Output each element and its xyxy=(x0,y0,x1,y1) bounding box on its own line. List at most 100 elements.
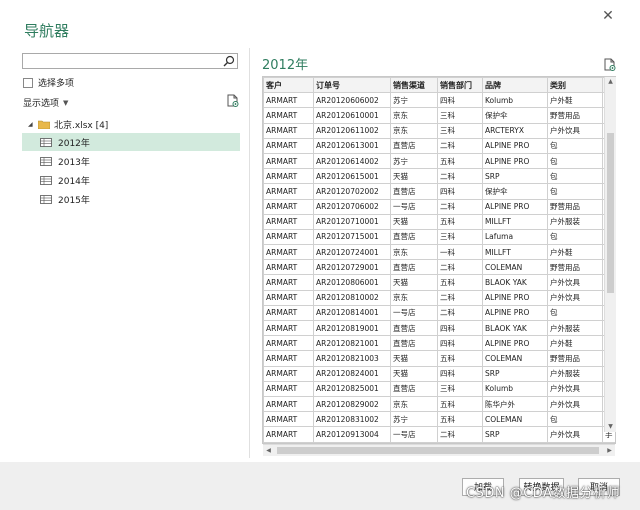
expand-icon[interactable]: ◢ xyxy=(28,121,34,128)
table-cell: 户外鞋 xyxy=(547,92,603,109)
table-cell: 二科 xyxy=(437,198,483,215)
multi-select-checkbox[interactable] xyxy=(23,77,33,88)
table-cell: 直营店 xyxy=(390,335,438,352)
table-cell: AR20120806001 xyxy=(313,274,391,291)
table-cell: 包 xyxy=(547,168,603,185)
table-cell: 京东 xyxy=(390,107,438,124)
table-cell: 天猫 xyxy=(390,350,438,367)
table-cell: SRP xyxy=(482,365,548,382)
table-cell: 天猫 xyxy=(390,365,438,382)
table-cell: 四科 xyxy=(437,92,483,109)
navigator-tree: ◢ 北京.xlsx [4] 2012年 2013年 2014年 2015年 xyxy=(22,116,240,208)
table-cell: ALPINE PRO xyxy=(482,137,548,154)
table-cell: AR20120610001 xyxy=(313,107,391,124)
scroll-thumb[interactable] xyxy=(277,447,599,454)
table-row: ARMARTAR20120710001天猫五科MILLFT户外服装手 xyxy=(263,213,615,230)
table-cell: 四科 xyxy=(437,319,483,337)
tree-item-2015[interactable]: 2015年 xyxy=(22,190,240,208)
scroll-left-icon[interactable]: ◀ xyxy=(263,445,274,456)
scroll-thumb[interactable] xyxy=(607,133,614,293)
table-cell: AR20120606002 xyxy=(313,92,391,109)
table-cell: 陈华户外 xyxy=(482,395,548,413)
table-row: ARMARTAR20120814001一号店二科ALPINE PRO包户 xyxy=(263,304,615,322)
table-cell: ALPINE PRO xyxy=(482,198,548,215)
tree-item-2012[interactable]: 2012年 xyxy=(22,133,240,151)
table-cell: ARMART xyxy=(263,426,314,443)
table-cell: 三科 xyxy=(437,122,483,139)
sheet-icon xyxy=(40,175,52,185)
tree-item-label: 2015年 xyxy=(58,195,90,206)
table-row: ARMARTAR20120825001直营店三科Kolumb户外饮具套 xyxy=(263,380,615,397)
table-cell: 三科 xyxy=(437,228,483,246)
tree-root-file[interactable]: ◢ 北京.xlsx [4] xyxy=(22,116,240,132)
display-options-dropdown[interactable]: 显示选项 ▼ xyxy=(23,96,68,110)
table-cell: AR20120825001 xyxy=(313,380,391,397)
preview-icon[interactable] xyxy=(226,94,239,107)
table-cell: 包 xyxy=(547,137,603,154)
table-cell: SRP xyxy=(482,426,548,443)
vertical-scrollbar[interactable]: ▲ ▼ xyxy=(604,77,616,432)
table-row: ARMARTAR20120831002苏宁五科COLEMAN包收 xyxy=(263,411,615,428)
table-cell: 直营店 xyxy=(390,137,438,154)
table-cell: 包 xyxy=(547,304,603,322)
table-cell: ARMART xyxy=(263,244,314,261)
search-input[interactable] xyxy=(23,54,219,68)
column-header[interactable]: 订单号 xyxy=(313,77,391,94)
table-cell: 四科 xyxy=(437,365,483,382)
table-cell: ARMART xyxy=(263,274,314,291)
table-cell: AR20120729001 xyxy=(313,259,391,276)
sheet-icon xyxy=(40,137,52,147)
column-header[interactable]: 类别 xyxy=(547,77,603,94)
navigator-title: 导航器 xyxy=(24,22,70,40)
table-cell: 户外饮具 xyxy=(547,380,603,397)
scroll-up-icon[interactable]: ▲ xyxy=(605,77,616,87)
column-header[interactable]: 销售部门 xyxy=(437,77,483,94)
table-cell: Lafuma xyxy=(482,228,548,246)
column-header[interactable]: 品牌 xyxy=(482,77,548,94)
column-header[interactable]: 客户 xyxy=(263,77,314,94)
sheet-icon xyxy=(40,156,52,166)
scroll-right-icon[interactable]: ▶ xyxy=(604,445,615,456)
tree-item-label: 2014年 xyxy=(58,176,90,187)
table-cell: 户外服装 xyxy=(547,319,603,337)
table-cell: 二科 xyxy=(437,426,483,443)
table-cell: 天猫 xyxy=(390,168,438,185)
search-icon[interactable] xyxy=(223,55,235,67)
table-cell: AR20120810002 xyxy=(313,289,391,306)
multi-select-label: 选择多项 xyxy=(38,79,75,89)
table-cell: 五科 xyxy=(437,395,483,413)
column-header[interactable]: 销售渠道 xyxy=(390,77,438,94)
table-cell: 野营用品 xyxy=(547,259,603,276)
tree-item-2013[interactable]: 2013年 xyxy=(22,152,240,170)
table-cell: Kolumb xyxy=(482,92,548,109)
table-cell: AR20120819001 xyxy=(313,319,391,337)
pane-divider[interactable] xyxy=(249,48,250,458)
table-cell: AR20120613001 xyxy=(313,137,391,154)
preview-table-container: 客户订单号销售渠道销售部门品牌类别品名 ARMARTAR20120606002苏… xyxy=(262,76,616,444)
table-row: ARMARTAR20120810002京东二科ALPINE PRO户外饮具攀 xyxy=(263,289,615,306)
table-cell: 苏宁 xyxy=(390,411,438,428)
horizontal-scrollbar[interactable]: ◀ ▶ xyxy=(263,444,615,456)
table-cell: ALPINE PRO xyxy=(482,304,548,322)
table-cell: 野营用品 xyxy=(547,198,603,215)
table-cell: 京东 xyxy=(390,289,438,306)
table-cell: AR20120611002 xyxy=(313,122,391,139)
table-cell: COLEMAN xyxy=(482,350,548,367)
preview-icon[interactable] xyxy=(603,58,616,71)
folder-icon xyxy=(38,120,50,129)
scroll-down-icon[interactable]: ▼ xyxy=(605,422,616,432)
table-cell: COLEMAN xyxy=(482,259,548,276)
tree-item-2014[interactable]: 2014年 xyxy=(22,171,240,189)
close-icon[interactable]: ✕ xyxy=(600,8,616,24)
table-row: ARMARTAR20120702002直营店四科保护伞包生 xyxy=(263,183,615,200)
search-box[interactable] xyxy=(22,53,238,69)
table-row: ARMARTAR20120806001天猫五科BLAOK YAK户外饮具户 xyxy=(263,274,615,291)
table-cell: 二科 xyxy=(437,304,483,322)
table-row: ARMARTAR20120706002一号店二科ALPINE PRO野营用品地 xyxy=(263,198,615,215)
table-cell: 包 xyxy=(547,411,603,428)
table-cell: SRP xyxy=(482,168,548,185)
multi-select-option[interactable]: 选择多项 xyxy=(23,76,74,89)
table-row: ARMARTAR20120615001天猫二科SRP包户 xyxy=(263,168,615,185)
table-cell: 包 xyxy=(547,183,603,200)
preview-title: 2012年 xyxy=(262,58,309,73)
